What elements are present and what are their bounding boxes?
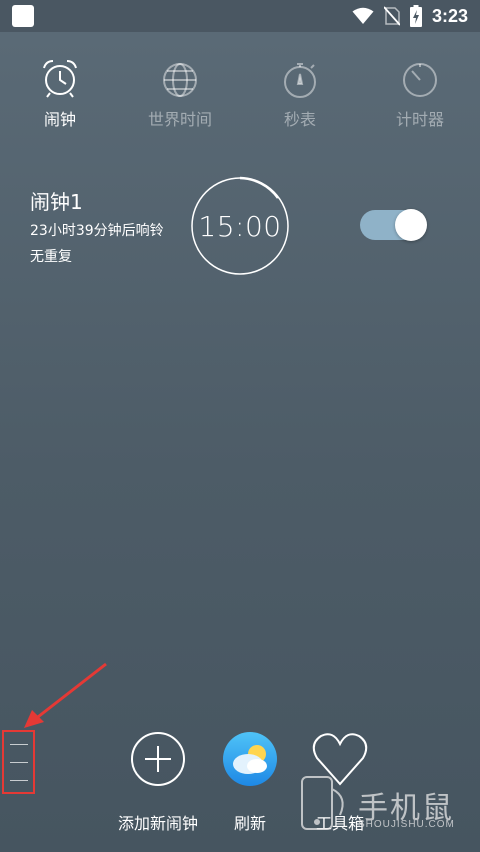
toggle-knob	[395, 209, 427, 241]
tab-timer[interactable]: 计时器	[360, 52, 480, 132]
plus-circle-icon	[131, 732, 185, 786]
tab-world-time[interactable]: 世界时间	[120, 52, 240, 132]
app-icon	[12, 5, 34, 27]
status-bar: 3:23	[0, 0, 480, 32]
battery-charging-icon	[409, 5, 422, 27]
tab-label: 计时器	[395, 110, 444, 129]
tab-bar: 闹钟 世界时间 秒表 计时器	[0, 52, 480, 132]
menu-line	[10, 744, 28, 745]
alarm-toggle[interactable]	[360, 209, 427, 241]
alarm-clock-icon	[43, 60, 77, 98]
alarm-item[interactable]: 闹钟1 23小时39分钟后响铃 无重复 15:00	[0, 170, 480, 280]
alarm-repeat: 无重复	[30, 249, 72, 265]
menu-button[interactable]	[2, 730, 35, 794]
alarm-time[interactable]: 15:00	[190, 210, 290, 243]
alarm-countdown: 23小时39分钟后响铃	[30, 223, 164, 239]
menu-line	[10, 762, 28, 763]
stopwatch-icon	[284, 63, 316, 98]
tab-alarm[interactable]: 闹钟	[0, 52, 120, 132]
status-icons: 3:23	[352, 4, 468, 28]
menu-line	[10, 780, 28, 781]
globe-icon	[163, 63, 197, 97]
watermark: 手机鼠 SHOUJISHU.COM	[296, 775, 476, 835]
no-sim-icon	[383, 6, 400, 26]
tab-stopwatch[interactable]: 秒表	[240, 52, 360, 132]
tab-label: 闹钟	[43, 110, 76, 129]
timer-icon	[403, 63, 437, 97]
phone-logo-icon	[301, 776, 344, 830]
alarm-name: 闹钟1	[30, 190, 83, 214]
tab-label: 秒表	[283, 110, 316, 129]
watermark-sub: SHOUJISHU.COM	[358, 819, 455, 830]
status-time: 3:23	[431, 5, 468, 26]
red-arrow-annotation	[24, 662, 107, 728]
weather-refresh-icon	[223, 732, 277, 786]
tab-label: 世界时间	[147, 110, 212, 129]
wifi-icon	[352, 7, 374, 24]
